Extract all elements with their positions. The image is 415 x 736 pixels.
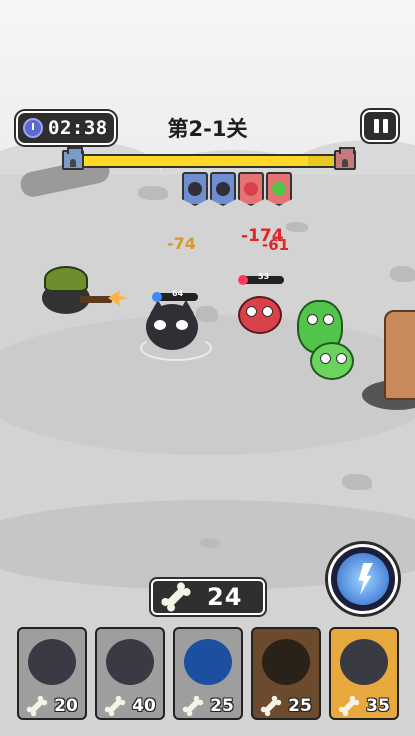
monster-eye bbox=[336, 353, 347, 364]
wave-progress bbox=[62, 147, 356, 170]
soldier-card[interactable]: 25 bbox=[251, 627, 321, 720]
shiba-card[interactable]: 40 bbox=[95, 627, 165, 720]
rock bbox=[138, 186, 168, 200]
dash-swirl bbox=[140, 335, 212, 361]
ally-hp-value: 64 bbox=[172, 289, 184, 298]
wave-badge-enemy bbox=[266, 172, 292, 206]
card-cost: 35 bbox=[331, 696, 397, 716]
enemy-hp-dot bbox=[238, 275, 248, 285]
skill-orb bbox=[337, 553, 389, 605]
card-cost: 40 bbox=[97, 696, 163, 716]
lightning-skill-button[interactable] bbox=[328, 544, 398, 614]
bone-count: 24 bbox=[207, 583, 243, 611]
monster-eye bbox=[320, 353, 331, 364]
husky-portrait-icon bbox=[28, 639, 76, 685]
monster-eye bbox=[246, 306, 257, 317]
enemy-hp-bar: 53 bbox=[238, 272, 284, 285]
soldier-portrait-icon bbox=[262, 639, 310, 685]
ground-band bbox=[0, 315, 415, 455]
blue-husky-card[interactable]: 25 bbox=[173, 627, 243, 720]
card-cost-value: 25 bbox=[288, 696, 312, 716]
wave-badge-enemy bbox=[238, 172, 264, 206]
battle-timer: 02:38 bbox=[16, 111, 116, 145]
bone-icon bbox=[263, 698, 279, 714]
bone-icon bbox=[185, 698, 201, 714]
progress-track bbox=[82, 154, 340, 168]
ally-hp-dot bbox=[152, 292, 162, 302]
card-cost-value: 35 bbox=[366, 696, 390, 716]
enemy-rock-tower bbox=[384, 310, 415, 400]
green-monster-unit bbox=[310, 342, 354, 380]
pause-icon bbox=[383, 119, 388, 133]
bone-counter: 24 bbox=[151, 579, 265, 615]
wave-badge-ally bbox=[182, 172, 208, 206]
clock-icon bbox=[23, 118, 43, 138]
helmet-icon bbox=[44, 266, 88, 292]
monster-eye bbox=[323, 314, 334, 325]
wave-badge-ally bbox=[210, 172, 236, 206]
green-monster-icon bbox=[272, 182, 286, 196]
husky-eye bbox=[154, 320, 166, 330]
timer-text: 02:38 bbox=[48, 117, 108, 139]
soldier-dog-icon bbox=[188, 182, 202, 196]
monster-eye bbox=[262, 306, 273, 317]
card-cost: 25 bbox=[253, 696, 319, 716]
progress-fill bbox=[84, 156, 308, 166]
rock bbox=[342, 474, 372, 490]
card-cost-value: 40 bbox=[132, 696, 156, 716]
husky-eye bbox=[176, 320, 188, 330]
card-cost: 20 bbox=[19, 696, 85, 716]
husky-card[interactable]: 20 bbox=[17, 627, 87, 720]
bone-icon bbox=[341, 698, 357, 714]
rock bbox=[390, 266, 415, 282]
rock bbox=[286, 222, 308, 232]
lightning-skill-icon bbox=[358, 563, 373, 595]
rock bbox=[200, 538, 220, 548]
pause-icon bbox=[374, 119, 379, 133]
red-monster-unit bbox=[238, 296, 282, 334]
rock bbox=[196, 306, 218, 322]
monster-eye bbox=[307, 314, 318, 325]
bone-icon bbox=[165, 586, 187, 608]
enemy-castle-icon bbox=[334, 147, 356, 170]
ally-castle-icon bbox=[62, 147, 84, 170]
blue-husky-portrait-icon bbox=[184, 639, 232, 685]
ninja-card[interactable]: 35 bbox=[329, 627, 399, 720]
card-cost-value: 25 bbox=[210, 696, 234, 716]
rifle-icon bbox=[80, 296, 112, 303]
card-cost: 25 bbox=[175, 696, 241, 716]
game-scene: 02:38 第2-1关 64 53 -74 -174 -61 24 20 40 … bbox=[0, 0, 415, 736]
pause-button[interactable] bbox=[362, 110, 398, 142]
ally-hp-bar: 64 bbox=[152, 289, 198, 302]
husky-icon bbox=[216, 182, 230, 196]
bone-icon bbox=[29, 698, 45, 714]
unit-card-bar: 20 40 25 25 35 bbox=[17, 627, 400, 722]
ninja-portrait-icon bbox=[340, 639, 388, 685]
enemy-hp-value: 53 bbox=[258, 272, 270, 281]
level-title: 第2-1关 bbox=[167, 117, 248, 141]
shiba-portrait-icon bbox=[106, 639, 154, 685]
bone-icon bbox=[107, 698, 123, 714]
red-monster-icon bbox=[244, 182, 258, 196]
damage-number: -74 bbox=[167, 234, 196, 253]
card-cost-value: 20 bbox=[54, 696, 78, 716]
damage-number: -61 bbox=[262, 236, 290, 254]
